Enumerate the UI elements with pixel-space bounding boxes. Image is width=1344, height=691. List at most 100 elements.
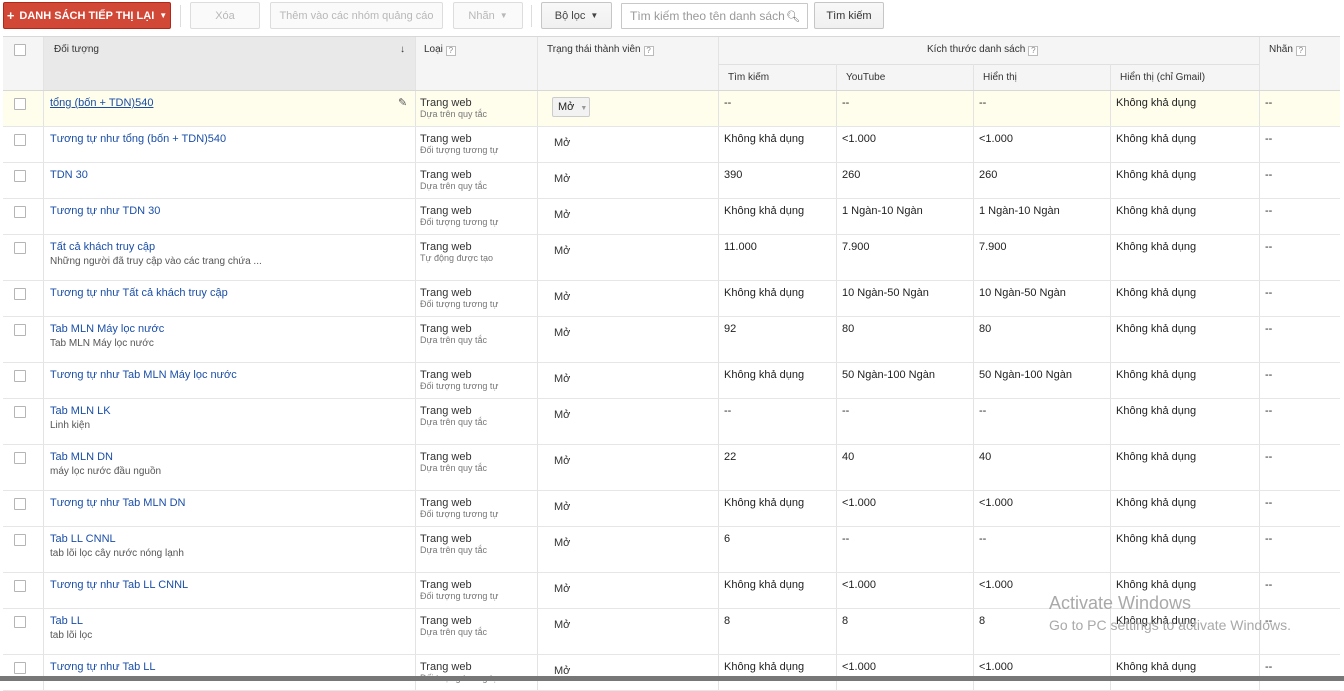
filter-dropdown[interactable]: Bộ lọc ▼ (541, 2, 612, 29)
column-divider (43, 491, 44, 526)
membership-status-value[interactable]: Mở (554, 245, 570, 257)
type-label: Trang web (420, 241, 472, 253)
search-input[interactable]: Tìm kiếm theo tên danh sách 🔍︎ (621, 3, 808, 29)
help-icon[interactable]: ? (1028, 46, 1039, 56)
table-row[interactable]: Tab MLN LK Linh kiện Trang web Dựa trên quy… (3, 399, 1340, 445)
table-row[interactable]: TDN 30 Trang web Dựa trên quy tắc Mở 390 260 2… (3, 163, 1340, 199)
table-row[interactable]: Tương tự như Tab MLN Máy lọc nước Trang w… (3, 363, 1340, 399)
column-divider (718, 609, 719, 654)
table-row[interactable]: tổng (bốn + TDN)540 ✎ Trang web Dựa trên qu… (3, 91, 1340, 127)
audience-cell: Tab LL CNNL tab lõi lọc cây nước nóng lạn… (50, 533, 184, 559)
header-display-gmail[interactable]: Hiển thị (chỉ Gmail) (1120, 72, 1205, 83)
audience-name-link[interactable]: Tương tự như TDN 30 (50, 205, 160, 217)
table-row[interactable]: Tab MLN DN máy lọc nước đầu nguồn Trang we… (3, 445, 1340, 491)
membership-status-value[interactable]: Mở (554, 327, 570, 339)
delete-button[interactable]: Xóa (190, 2, 260, 29)
membership-status-value[interactable]: Mở (554, 583, 570, 595)
row-checkbox[interactable] (14, 580, 26, 592)
audience-name-link[interactable]: Tương tự như Tab MLN Máy lọc nước (50, 369, 237, 381)
type-label: Trang web (420, 451, 472, 463)
type-label: Trang web (420, 133, 472, 145)
table-row[interactable]: Tab MLN Máy lọc nước Tab MLN Máy lọc nước… (3, 317, 1340, 363)
size-search-value: Không khả dụng (724, 579, 805, 591)
taskbar-edge (0, 676, 1344, 681)
search-button[interactable]: Tìm kiếm (814, 2, 884, 29)
plus-icon: + (6, 8, 15, 23)
audience-name-link[interactable]: Tương tự như Tab LL (50, 661, 156, 673)
size-search-value: 92 (724, 323, 737, 335)
audience-name-link[interactable]: Tab MLN LK (50, 405, 111, 417)
audience-name-link[interactable]: Tab MLN DN (50, 451, 161, 463)
row-checkbox[interactable] (14, 288, 26, 300)
audience-name-link[interactable]: Tương tự như tổng (bốn + TDN)540 (50, 133, 226, 145)
add-to-ad-groups-button[interactable]: Thêm vào các nhóm quảng cáo (270, 2, 443, 29)
header-labels[interactable]: Nhãn? (1269, 44, 1306, 56)
table-row[interactable]: Tab LL CNNL tab lõi lọc cây nước nóng lạn… (3, 527, 1340, 573)
help-icon[interactable]: ? (643, 46, 654, 56)
row-checkbox[interactable] (14, 206, 26, 218)
audience-name-link[interactable]: Tất cả khách truy cập (50, 241, 262, 253)
row-checkbox[interactable] (14, 134, 26, 146)
sort-arrow-icon[interactable]: ↓ (400, 44, 405, 55)
audience-name-link[interactable]: Tab LL CNNL (50, 533, 184, 545)
row-checkbox[interactable] (14, 498, 26, 510)
audience-name-link[interactable]: Tab MLN Máy lọc nước (50, 323, 164, 335)
header-membership-status[interactable]: Trạng thái thành viên? (547, 44, 654, 56)
column-divider (1110, 235, 1111, 280)
column-divider (415, 37, 416, 90)
membership-status-value[interactable]: Mở (554, 455, 570, 467)
row-checkbox[interactable] (14, 452, 26, 464)
row-checkbox[interactable] (14, 370, 26, 382)
audience-name-link[interactable]: Tương tự như Tab MLN DN (50, 497, 185, 509)
audience-name-link[interactable]: tổng (bốn + TDN)540 (50, 97, 153, 109)
audience-name-link[interactable]: Tương tự như Tất cả khách truy cập (50, 287, 228, 299)
table-row[interactable]: Tương tự như Tab MLN DN Trang web Đối tượn… (3, 491, 1340, 527)
table-row[interactable]: Tương tự như Tab LLTrang webĐối tượng tư… (3, 655, 1340, 691)
membership-status-value[interactable]: Mở (554, 619, 570, 631)
header-search[interactable]: Tìm kiếm (728, 72, 769, 83)
row-checkbox[interactable] (14, 324, 26, 336)
help-icon[interactable]: ? (445, 46, 456, 56)
row-checkbox[interactable] (14, 406, 26, 418)
table-row[interactable]: Tương tự như tổng (bốn + TDN)540 Trang we… (3, 127, 1340, 163)
labels-value: -- (1265, 405, 1273, 417)
table-row[interactable]: Tương tự như Tất cả khách truy cập Trang … (3, 281, 1340, 317)
membership-status-value[interactable]: Mở (554, 373, 570, 385)
type-subtitle: Đối tượng tương tự (420, 591, 499, 601)
labels-dropdown[interactable]: Nhãn ▼ (453, 2, 523, 29)
row-checkbox[interactable] (14, 534, 26, 546)
table-row[interactable]: Tương tự như TDN 30 Trang web Đối tượng tư… (3, 199, 1340, 235)
header-type[interactable]: Loại? (424, 44, 456, 56)
membership-status-value[interactable]: Mở (554, 501, 570, 513)
labels-value: -- (1265, 369, 1273, 381)
size-gmail-value: Không khả dụng (1116, 133, 1197, 145)
row-checkbox[interactable] (14, 170, 26, 182)
membership-status-value[interactable]: Mở (554, 137, 570, 149)
membership-status-value[interactable]: Mở (554, 409, 570, 421)
header-display[interactable]: Hiển thị (983, 72, 1017, 83)
audience-name-link[interactable]: Tab LL (50, 615, 92, 627)
column-divider (43, 281, 44, 316)
membership-status-value[interactable]: Mở (554, 537, 570, 549)
column-divider (537, 491, 538, 526)
audience-name-link[interactable]: Tương tự như Tab LL CNNL (50, 579, 188, 591)
audience-name-link[interactable]: TDN 30 (50, 169, 88, 181)
header-audience[interactable]: Đối tượng (54, 44, 99, 55)
row-checkbox[interactable] (14, 98, 26, 110)
column-divider (415, 527, 416, 572)
help-icon[interactable]: ? (1295, 46, 1306, 56)
membership-status-value[interactable]: Mở (554, 209, 570, 221)
audience-description: Những người đã truy cập vào các trang ch… (50, 256, 262, 267)
row-checkbox[interactable] (14, 242, 26, 254)
membership-status-dropdown[interactable]: Mở ▼ (552, 97, 590, 117)
size-search-value: -- (724, 405, 732, 417)
row-checkbox[interactable] (14, 616, 26, 628)
membership-status-value[interactable]: Mở (554, 291, 570, 303)
membership-status-value[interactable]: Mở (554, 173, 570, 185)
row-checkbox[interactable] (14, 662, 26, 674)
header-youtube[interactable]: YouTube (846, 72, 885, 83)
select-all-checkbox[interactable] (14, 44, 26, 56)
add-remarketing-list-button[interactable]: + DANH SÁCH TIẾP THỊ LẠI ▼ (3, 2, 171, 29)
size-search-value: 11.000 (724, 241, 757, 253)
table-row[interactable]: Tất cả khách truy cập Những người đã truy… (3, 235, 1340, 281)
